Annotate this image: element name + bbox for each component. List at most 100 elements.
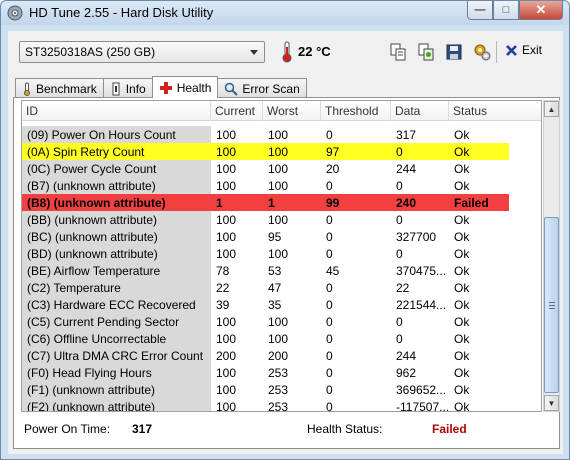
current-value-cell: 100 [216, 332, 237, 346]
threshold-cell: 0 [326, 349, 333, 363]
scroll-down-button[interactable]: ▼ [544, 395, 559, 411]
status-cell: Ok [454, 128, 470, 142]
tab-strip: Benchmark Info Health Error Scan [15, 76, 307, 98]
window-title: HD Tune 2.55 - Hard Disk Utility [29, 5, 214, 20]
threshold-cell: 99 [321, 194, 391, 211]
raw-data-cell: 244 [396, 162, 417, 176]
tab-health-label: Health [176, 80, 212, 95]
raw-data-cell: 317 [396, 128, 417, 142]
column-header-id[interactable]: ID [22, 101, 211, 121]
worst-value-cell: 53 [268, 264, 282, 278]
status-cell: Ok [449, 143, 509, 160]
attribute-id-cell: (C2) Temperature [22, 279, 211, 296]
copy-text-button[interactable] [386, 40, 410, 64]
table-row[interactable]: (B7) (unknown attribute) 100 100 0 0 Ok [22, 177, 541, 194]
status-footer: Power On Time: 317 Health Status: Failed [14, 412, 559, 448]
power-on-time-value: 317 [132, 422, 153, 436]
drive-dropdown[interactable]: ST3250318AS (250 GB) [19, 41, 265, 63]
table-row[interactable]: (C6) Offline Uncorrectable 100 100 0 0 Ok [22, 330, 541, 347]
tab-health[interactable]: Health [151, 76, 219, 98]
close-button[interactable]: ✕ [519, 1, 563, 20]
attribute-id-cell: (C6) Offline Uncorrectable [22, 330, 211, 347]
smart-attribute-table[interactable]: ID Current Worst Threshold Data Status (… [21, 100, 542, 412]
threshold-cell: 45 [326, 264, 340, 278]
raw-data-cell: 0 [396, 179, 403, 193]
temperature-readout: 22 °C [298, 44, 331, 59]
table-row[interactable]: (BE) Airflow Temperature 78 53 45 370475... O… [22, 262, 541, 279]
current-value-cell: 39 [216, 298, 230, 312]
current-value-cell: 78 [216, 264, 230, 278]
threshold-cell: 0 [326, 230, 333, 244]
current-value-cell: 100 [216, 383, 237, 397]
worst-value-cell: 253 [268, 400, 289, 412]
attribute-id-cell: (BB) (unknown attribute) [22, 211, 211, 228]
attribute-id-cell: (0A) Spin Retry Count [22, 143, 211, 160]
worst-value-cell: 100 [268, 332, 289, 346]
exit-button[interactable]: Exit [505, 43, 542, 57]
raw-data-cell: 0 [391, 143, 449, 160]
copy-text-icon [390, 43, 406, 61]
threshold-cell: 0 [326, 128, 333, 142]
table-header: ID Current Worst Threshold Data Status [22, 101, 541, 121]
attribute-id-cell: (BE) Airflow Temperature [22, 262, 211, 279]
table-row[interactable]: (F2) (unknown attribute) 100 253 0 -117507..… [22, 398, 541, 412]
scroll-up-button[interactable]: ▲ [544, 101, 559, 117]
vertical-scrollbar[interactable]: ▲ ▼ [543, 100, 560, 412]
exit-icon [506, 44, 517, 56]
worst-value-cell: 100 [268, 162, 289, 176]
worst-value-cell: 200 [268, 349, 289, 363]
magnifier-icon [225, 82, 239, 96]
threshold-cell: 0 [326, 179, 333, 193]
status-cell: Ok [454, 315, 470, 329]
table-row[interactable]: (BD) (unknown attribute) 100 100 0 0 Ok [22, 245, 541, 262]
table-row[interactable]: (BC) (unknown attribute) 100 95 0 327700 Ok [22, 228, 541, 245]
table-row[interactable]: (C2) Temperature 22 47 0 22 Ok [22, 279, 541, 296]
attribute-id-cell: (C5) Current Pending Sector [22, 313, 211, 330]
table-row[interactable]: (F0) Head Flying Hours 100 253 0 962 Ok [22, 364, 541, 381]
health-status-label: Health Status: [307, 422, 383, 436]
tab-error-scan[interactable]: Error Scan [217, 78, 307, 98]
save-button[interactable] [442, 40, 466, 64]
worst-value-cell: 100 [268, 128, 289, 142]
table-row[interactable]: (0A) Spin Retry Count 100 100 97 0 Ok [22, 143, 541, 160]
health-status-value: Failed [432, 422, 467, 436]
table-row[interactable]: (C7) Ultra DMA CRC Error Count 200 200 0 244… [22, 347, 541, 364]
column-header-data[interactable]: Data [391, 101, 449, 121]
minimize-button[interactable]: — [467, 1, 493, 20]
copy-screenshot-button[interactable] [414, 40, 438, 64]
title-bar[interactable]: HD Tune 2.55 - Hard Disk Utility — □ ✕ [1, 1, 569, 25]
raw-data-cell: 327700 [396, 230, 437, 244]
attribute-id-cell: (F0) Head Flying Hours [22, 364, 211, 381]
raw-data-cell: 240 [391, 194, 449, 211]
current-value-cell: 100 [216, 315, 237, 329]
save-icon [446, 44, 462, 60]
worst-value-cell: 95 [268, 230, 282, 244]
raw-data-cell: 0 [396, 315, 403, 329]
status-cell: Ok [454, 332, 470, 346]
table-row[interactable]: (BB) (unknown attribute) 100 100 0 0 Ok [22, 211, 541, 228]
scroll-thumb[interactable] [544, 217, 559, 393]
maximize-button[interactable]: □ [493, 1, 519, 20]
minimize-icon: — [474, 4, 486, 16]
status-cell: Ok [454, 179, 470, 193]
table-row[interactable]: (F1) (unknown attribute) 100 253 0 369652...… [22, 381, 541, 398]
table-row[interactable]: (09) Power On Hours Count 100 100 0 317 Ok [22, 126, 541, 143]
column-header-current[interactable]: Current [211, 101, 263, 121]
table-row[interactable]: (C3) Hardware ECC Recovered 39 35 0 221544..… [22, 296, 541, 313]
worst-value-cell: 253 [268, 366, 289, 380]
worst-value-cell: 35 [268, 298, 282, 312]
worst-value-cell: 100 [268, 179, 289, 193]
tab-benchmark[interactable]: Benchmark [15, 78, 104, 98]
threshold-cell: 0 [326, 247, 333, 261]
options-button[interactable] [470, 40, 494, 64]
threshold-cell: 0 [326, 400, 333, 412]
table-row[interactable]: (B8) (unknown attribute) 1 1 99 240 Failed [22, 194, 541, 211]
column-header-status[interactable]: Status [449, 101, 541, 121]
worst-value-cell: 100 [268, 315, 289, 329]
tab-info[interactable]: Info [102, 78, 153, 98]
table-row[interactable]: (C5) Current Pending Sector 100 100 0 0 Ok [22, 313, 541, 330]
table-row[interactable]: (0C) Power Cycle Count 100 100 20 244 Ok [22, 160, 541, 177]
column-header-threshold[interactable]: Threshold [321, 101, 391, 121]
attribute-id-cell: (F2) (unknown attribute) [22, 398, 211, 411]
column-header-worst[interactable]: Worst [263, 101, 321, 121]
